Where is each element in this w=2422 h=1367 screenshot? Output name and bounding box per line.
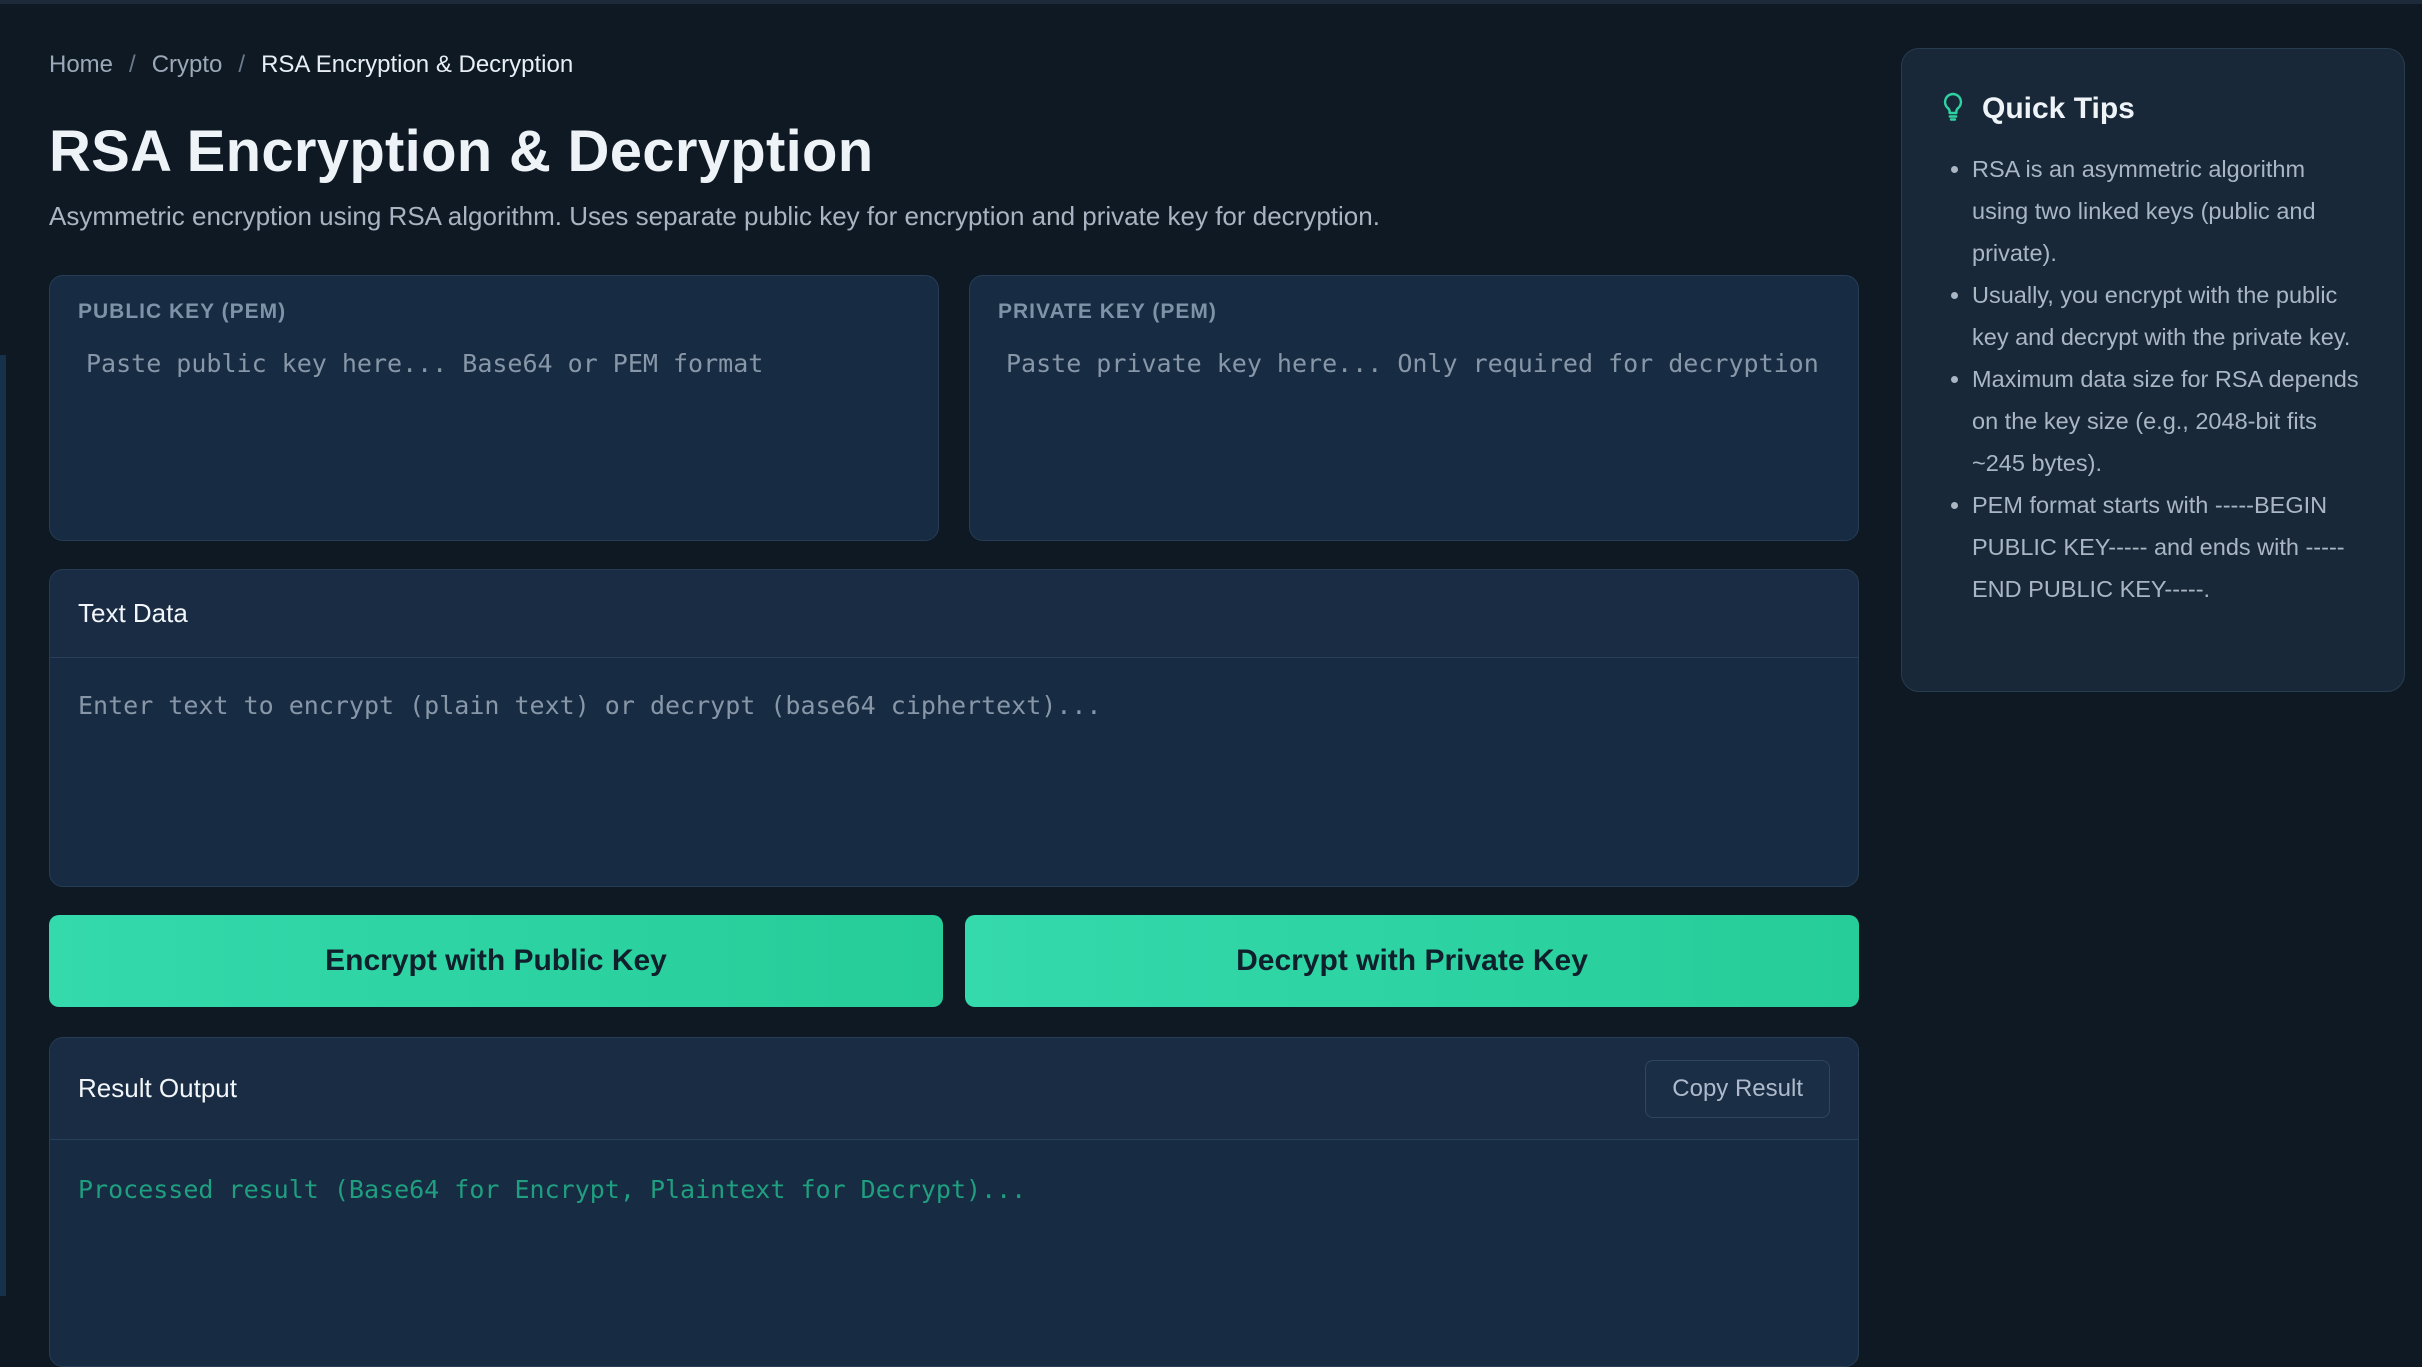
private-key-input[interactable]: Paste private key here... Only required …: [998, 344, 1830, 514]
quick-tips-panel: Quick Tips RSA is an asymmetric algorith…: [1901, 48, 2405, 692]
public-key-label: PUBLIC KEY (PEM): [78, 300, 287, 323]
quick-tips-title: Quick Tips: [1982, 91, 2135, 125]
lightbulb-icon: [1940, 91, 1966, 126]
text-data-header: Text Data: [50, 570, 1858, 658]
result-card: Result Output Copy Result Processed resu…: [49, 1037, 1859, 1367]
public-key-card: PUBLIC KEY (PEM) Paste public key here..…: [49, 275, 939, 541]
tip-item: RSA is an asymmetric algorithm using two…: [1972, 148, 2366, 274]
page-description: Asymmetric encryption using RSA algorith…: [49, 201, 1380, 231]
text-data-input[interactable]: Enter text to encrypt (plain text) or de…: [50, 658, 1858, 754]
quick-tips-list: RSA is an asymmetric algorithm using two…: [1940, 148, 2366, 610]
result-title: Result Output: [78, 1073, 237, 1103]
breadcrumb-home[interactable]: Home: [49, 51, 113, 79]
breadcrumb-current: RSA Encryption & Decryption: [261, 51, 574, 78]
private-key-card: PRIVATE KEY (PEM) Paste private key here…: [969, 275, 1859, 541]
breadcrumb-separator: /: [238, 51, 246, 78]
decrypt-button[interactable]: Decrypt with Private Key: [965, 915, 1859, 1007]
tip-item: PEM format starts with -----BEGIN PUBLIC…: [1972, 484, 2366, 610]
tip-item: Maximum data size for RSA depends on the…: [1972, 358, 2366, 484]
public-key-input[interactable]: Paste public key here... Base64 or PEM f…: [78, 344, 910, 514]
text-data-card: Text Data Enter text to encrypt (plain t…: [49, 569, 1859, 887]
page-title: RSA Encryption & Decryption: [49, 119, 874, 184]
action-buttons: Encrypt with Public Key Decrypt with Pri…: [49, 915, 1859, 1007]
result-output[interactable]: Processed result (Base64 for Encrypt, Pl…: [50, 1140, 1858, 1240]
main-content: Home / Crypto / RSA Encryption & Decrypt…: [49, 50, 1859, 1367]
breadcrumb: Home / Crypto / RSA Encryption & Decrypt…: [49, 50, 1859, 80]
encrypt-button[interactable]: Encrypt with Public Key: [49, 915, 943, 1007]
window-top-border: [0, 0, 2422, 4]
breadcrumb-crypto[interactable]: Crypto: [152, 51, 223, 79]
tip-item: Usually, you encrypt with the public key…: [1972, 274, 2366, 358]
key-inputs: PUBLIC KEY (PEM) Paste public key here..…: [49, 275, 1859, 541]
text-data-title: Text Data: [78, 598, 188, 628]
private-key-label: PRIVATE KEY (PEM): [998, 300, 1217, 323]
quick-tips-header: Quick Tips: [1940, 91, 2366, 126]
breadcrumb-separator: /: [129, 51, 136, 78]
result-header: Result Output Copy Result: [50, 1038, 1858, 1140]
copy-result-button[interactable]: Copy Result: [1645, 1059, 1830, 1118]
left-edge-strip: [0, 355, 6, 1296]
